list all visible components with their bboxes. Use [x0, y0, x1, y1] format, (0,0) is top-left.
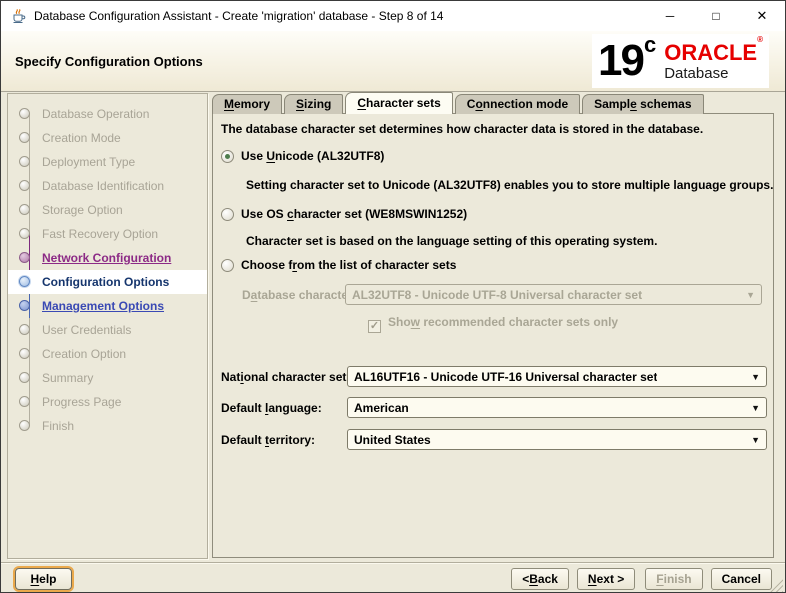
step-circle-icon: [19, 132, 30, 143]
os-charset-description: Character set is based on the language s…: [246, 234, 657, 248]
oracle-19c-logo: 19c ORACLE® Database: [592, 34, 769, 88]
sidebar-step-user-credentials: User Credentials: [8, 318, 207, 342]
minimize-button[interactable]: ─: [647, 1, 693, 31]
dropdown-arrow-icon: ▼: [751, 372, 760, 382]
options-tabstrip: Memory Sizing Character sets Connection …: [212, 93, 706, 114]
sidebar-step-progress-page: Progress Page: [8, 390, 207, 414]
finish-button: Finish: [645, 568, 702, 590]
registered-mark: ®: [757, 35, 763, 44]
cancel-button[interactable]: Cancel: [711, 568, 772, 590]
default-language-select[interactable]: American ▼: [347, 397, 767, 418]
checkbox-icon: ✓: [368, 320, 381, 333]
maximize-button[interactable]: □: [693, 1, 739, 31]
radio-use-unicode[interactable]: Use Unicode (AL32UTF8): [221, 147, 384, 165]
title-bar: Database Configuration Assistant - Creat…: [1, 1, 785, 31]
wizard-steps-sidebar: Database Operation Creation Mode Deploym…: [7, 93, 208, 559]
step-circle-icon: [19, 348, 30, 359]
page-title: Specify Configuration Options: [15, 54, 203, 69]
default-territory-select[interactable]: United States ▼: [347, 429, 767, 450]
help-button[interactable]: Help: [15, 568, 72, 590]
unicode-description: Setting character set to Unicode (AL32UT…: [246, 178, 773, 192]
dropdown-arrow-icon: ▼: [751, 435, 760, 445]
sidebar-step-fast-recovery-option: Fast Recovery Option: [8, 222, 207, 246]
step-circle-icon: [19, 204, 30, 215]
step-circle-icon: [19, 108, 30, 119]
tab-connection-mode[interactable]: Connection mode: [455, 94, 580, 114]
sidebar-step-database-identification: Database Identification: [8, 174, 207, 198]
step-circle-icon: [19, 372, 30, 383]
dropdown-arrow-icon: ▼: [746, 290, 755, 300]
sidebar-step-creation-option: Creation Option: [8, 342, 207, 366]
maximize-icon: □: [712, 9, 719, 23]
sidebar-step-management-options[interactable]: Management Options: [8, 294, 207, 318]
step-circle-icon: [19, 156, 30, 167]
step-circle-icon: [19, 300, 30, 311]
tab-sample-schemas[interactable]: Sample schemas: [582, 94, 703, 114]
sidebar-step-database-operation: Database Operation: [8, 102, 207, 126]
sidebar-step-deployment-type: Deployment Type: [8, 150, 207, 174]
sidebar-step-summary: Summary: [8, 366, 207, 390]
oracle-brand: ORACLE®: [664, 42, 763, 64]
national-charset-select[interactable]: AL16UTF16 - Unicode UTF-16 Universal cha…: [347, 366, 767, 387]
tab-memory[interactable]: Memory: [212, 94, 282, 114]
wizard-header: Specify Configuration Options 19c ORACLE…: [1, 31, 785, 92]
close-icon: ✕: [757, 8, 768, 24]
dbca-window: Database Configuration Assistant - Creat…: [0, 0, 786, 593]
sidebar-step-network-configuration[interactable]: Network Configuration: [8, 246, 207, 270]
radio-button-icon: [221, 259, 234, 272]
back-button[interactable]: < Back: [511, 568, 569, 590]
step-circle-icon: [19, 252, 30, 263]
minimize-icon: ─: [666, 9, 675, 23]
step-circle-icon: [19, 396, 30, 407]
national-charset-label: National character set:: [221, 370, 350, 384]
database-charset-select: AL32UTF8 - Unicode UTF-8 Universal chara…: [345, 284, 762, 305]
step-circle-icon: [19, 180, 30, 191]
sidebar-step-creation-mode: Creation Mode: [8, 126, 207, 150]
sidebar-step-finish: Finish: [8, 414, 207, 438]
charset-intro-text: The database character set determines ho…: [221, 122, 703, 136]
show-recommended-checkbox: ✓Show recommended character sets only: [368, 313, 618, 333]
step-circle-icon: [19, 324, 30, 335]
next-button[interactable]: Next >: [577, 568, 635, 590]
radio-choose-from-list[interactable]: Choose from the list of character sets: [221, 256, 456, 274]
default-language-label: Default language:: [221, 401, 322, 415]
sidebar-step-configuration-options: Configuration Options: [8, 270, 207, 294]
logo-product: Database: [664, 66, 763, 81]
logo-version: 19: [598, 36, 643, 86]
dropdown-arrow-icon: ▼: [751, 403, 760, 413]
window-title: Database Configuration Assistant - Creat…: [34, 9, 443, 23]
tab-sizing[interactable]: Sizing: [284, 94, 343, 114]
character-sets-panel: The database character set determines ho…: [212, 113, 774, 558]
radio-button-icon: [221, 150, 234, 163]
tab-character-sets[interactable]: Character sets: [345, 92, 452, 114]
step-circle-icon: [19, 228, 30, 239]
radio-use-os-charset[interactable]: Use OS character set (WE8MSWIN1252): [221, 205, 467, 223]
radio-button-icon: [221, 208, 234, 221]
java-icon: [10, 8, 26, 24]
step-circle-icon: [19, 420, 30, 431]
wizard-button-bar: Help < Back Next > Finish Cancel: [1, 562, 785, 593]
sidebar-step-storage-option: Storage Option: [8, 198, 207, 222]
close-button[interactable]: ✕: [739, 1, 785, 31]
default-territory-label: Default territory:: [221, 433, 315, 447]
step-circle-icon: [19, 276, 30, 287]
